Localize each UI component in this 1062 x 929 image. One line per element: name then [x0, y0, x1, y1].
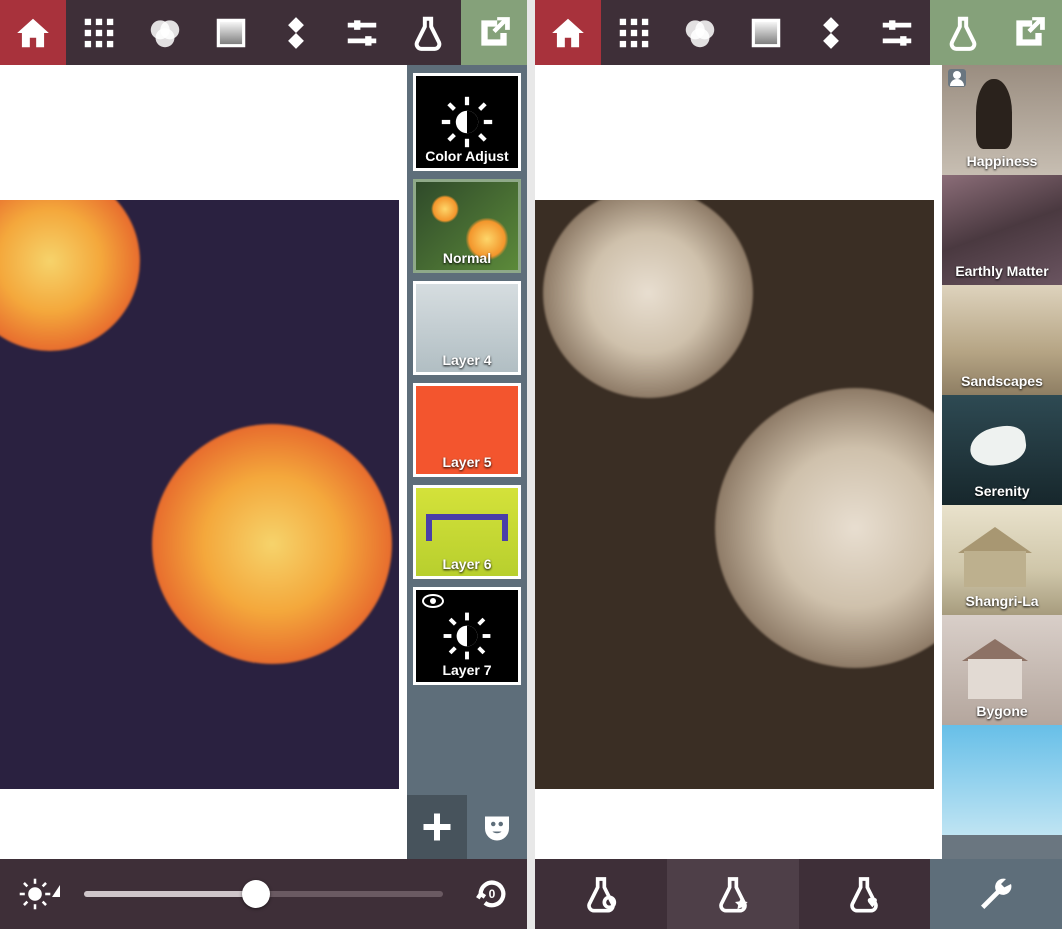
sliders-button[interactable] [864, 0, 930, 65]
formula-serenity[interactable]: Serenity [942, 395, 1062, 505]
screen-formulas: Happiness Earthly Matter Sandscapes Sere… [535, 0, 1062, 929]
shapes-button[interactable] [799, 0, 865, 65]
top-toolbar [0, 0, 527, 65]
formula-label: Bygone [942, 703, 1062, 719]
layer-label: Layer 5 [416, 454, 518, 470]
texture-icon [615, 14, 653, 52]
home-button[interactable] [0, 0, 66, 65]
shapes-icon [277, 14, 315, 52]
reset-label: 0 [489, 887, 496, 901]
channels-icon [146, 14, 184, 52]
layer-label: Normal [416, 250, 518, 266]
layer-7[interactable]: Layer 7 [413, 587, 521, 685]
home-icon [14, 14, 52, 52]
layer-5[interactable]: Layer 5 [413, 383, 521, 477]
image-canvas[interactable] [535, 200, 934, 789]
add-layer-button[interactable] [407, 795, 467, 859]
value-slider[interactable] [84, 891, 443, 897]
reset-button[interactable]: 0 [457, 877, 527, 911]
formulas-panel: Happiness Earthly Matter Sandscapes Sere… [942, 65, 1062, 859]
flask-star-icon [713, 874, 753, 914]
brightness-icon [439, 94, 495, 150]
flask-icon [944, 14, 982, 52]
brightness-button[interactable] [0, 877, 70, 911]
layer-label: Layer 6 [416, 556, 518, 572]
layer-color-adjust[interactable]: Color Adjust [413, 73, 521, 171]
wrench-icon [976, 874, 1016, 914]
texture-icon [80, 14, 118, 52]
formula-label: Sandscapes [942, 373, 1062, 389]
layer-4[interactable]: Layer 4 [413, 281, 521, 375]
edited-image [0, 200, 399, 789]
formula-label: Serenity [942, 483, 1062, 499]
mask-icon [479, 809, 515, 845]
layer-label: Color Adjust [416, 148, 518, 164]
home-icon [549, 14, 587, 52]
layers-panel: Color Adjust Normal Layer 4 Layer 5 Laye… [407, 65, 527, 859]
lab-button[interactable] [395, 0, 461, 65]
formula-label: Earthly Matter [942, 263, 1062, 279]
tab-formula-manage[interactable] [535, 859, 667, 929]
sliders-icon [343, 14, 381, 52]
flask-gear-icon [581, 874, 621, 914]
channels-button[interactable] [132, 0, 198, 65]
formula-bygone[interactable]: Bygone [942, 615, 1062, 725]
share-button[interactable] [461, 0, 527, 65]
edited-image [535, 200, 934, 789]
layer-6[interactable]: Layer 6 [413, 485, 521, 579]
gradient-button[interactable] [198, 0, 264, 65]
formula-tabs [535, 859, 1062, 929]
person-icon [948, 69, 966, 87]
formula-shangri-la[interactable]: Shangri-La [942, 505, 1062, 615]
formula-label: Shangri-La [942, 593, 1062, 609]
gradient-icon [747, 14, 785, 52]
gradient-button[interactable] [733, 0, 799, 65]
plus-icon [419, 809, 455, 845]
share-button[interactable] [996, 0, 1062, 65]
sliders-button[interactable] [329, 0, 395, 65]
formula-sandscapes[interactable]: Sandscapes [942, 285, 1062, 395]
brightness-icon [441, 610, 493, 662]
slider-knob[interactable] [242, 880, 270, 908]
tab-settings[interactable] [930, 859, 1062, 929]
layer-actions [407, 795, 527, 859]
brightness-icon [18, 877, 52, 911]
channels-icon [681, 14, 719, 52]
channels-button[interactable] [667, 0, 733, 65]
texture-button[interactable] [601, 0, 667, 65]
layer-normal[interactable]: Normal [413, 179, 521, 273]
layer-label: Layer 7 [416, 662, 518, 678]
tab-formula-favorites[interactable] [799, 859, 931, 929]
flask-icon [409, 14, 447, 52]
visibility-icon[interactable] [422, 594, 444, 608]
home-button[interactable] [535, 0, 601, 65]
formula-happiness[interactable]: Happiness [942, 65, 1062, 175]
formula-earthly-matter[interactable]: Earthly Matter [942, 175, 1062, 285]
lab-button[interactable] [930, 0, 996, 65]
image-canvas[interactable] [0, 200, 399, 789]
tab-formula-featured[interactable] [667, 859, 799, 929]
screen-layers: Color Adjust Normal Layer 4 Layer 5 Laye… [0, 0, 527, 929]
adjust-bar: 0 [0, 859, 527, 929]
shapes-icon [812, 14, 850, 52]
top-toolbar [535, 0, 1062, 65]
texture-button[interactable] [66, 0, 132, 65]
share-icon [475, 14, 513, 52]
expand-indicator-icon [52, 885, 60, 897]
flask-heart-icon [844, 874, 884, 914]
sliders-icon [878, 14, 916, 52]
shapes-button[interactable] [264, 0, 330, 65]
layer-label: Layer 4 [416, 352, 518, 368]
mask-button[interactable] [467, 795, 527, 859]
gradient-icon [212, 14, 250, 52]
share-icon [1010, 14, 1048, 52]
formula-next[interactable] [942, 725, 1062, 835]
formula-label: Happiness [942, 153, 1062, 169]
